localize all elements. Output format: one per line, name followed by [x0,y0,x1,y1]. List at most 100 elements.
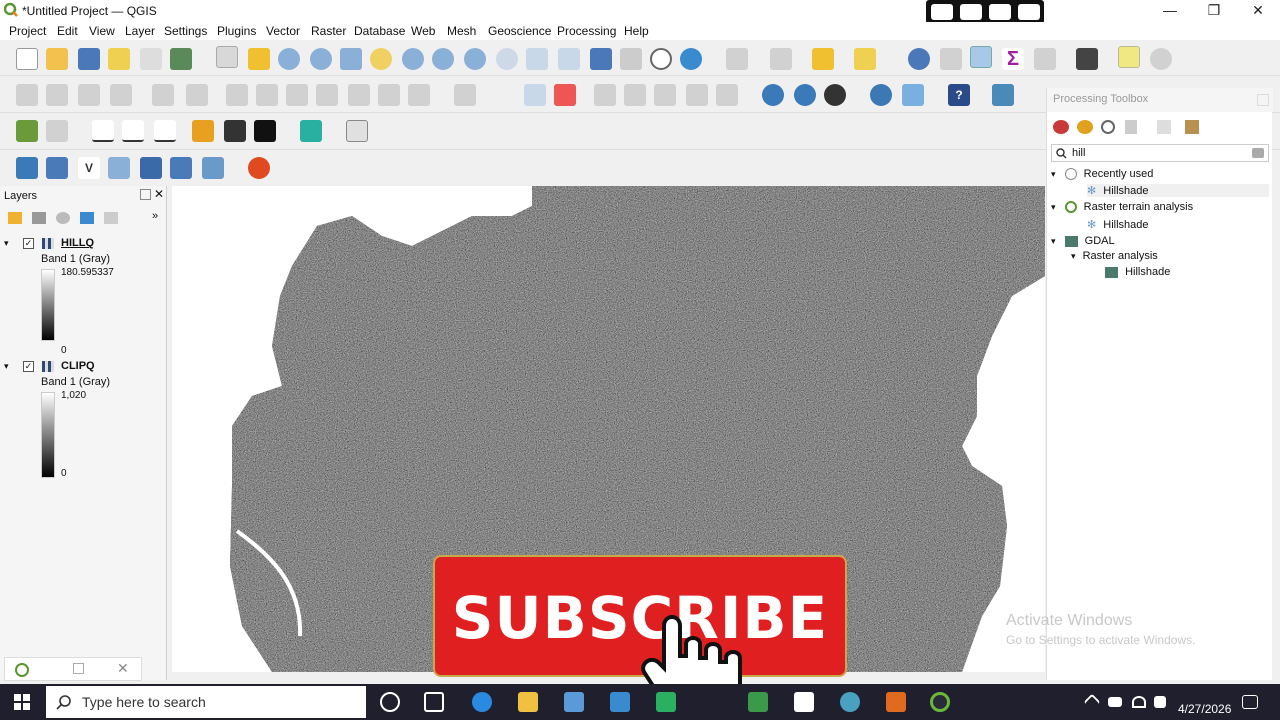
undo-icon[interactable] [348,84,370,106]
zoom-in-icon[interactable] [278,48,300,70]
new-map-view-icon[interactable] [526,48,548,70]
checker-1-icon[interactable] [224,120,246,142]
video-icon[interactable] [960,4,982,20]
advanced-digitize-2-icon[interactable] [122,120,144,142]
tray-chevron-icon[interactable] [1083,693,1101,711]
menu-settings[interactable]: Settings [164,24,207,38]
tree-item-hillshade-gdal[interactable]: Hillshade [1105,266,1170,278]
windows-start-icon[interactable] [14,694,30,710]
add-wcs-icon[interactable] [170,157,192,179]
layout-manager-icon[interactable] [140,48,162,70]
new-project-icon[interactable] [16,48,38,70]
battery-icon[interactable] [1108,697,1122,707]
app-icon-3[interactable] [748,692,768,712]
clipq-visibility-checkbox[interactable]: ✓ [23,361,34,372]
app-icon-4[interactable] [794,692,814,712]
label-tool-icon[interactable] [454,84,476,106]
layer-name-hillq[interactable]: HILLQ [61,237,94,249]
edge-icon[interactable] [472,692,492,712]
delete-selected-icon[interactable] [226,84,248,106]
save-project-icon[interactable] [78,48,100,70]
pan-hand-icon[interactable] [216,46,238,68]
show-bookmarks-icon[interactable] [620,48,642,70]
advanced-digitize-1-icon[interactable] [92,120,114,142]
new-print-layout-icon[interactable] [108,48,130,70]
window-icon[interactable] [989,4,1011,20]
copy-features-icon[interactable] [286,84,308,106]
minimize-button[interactable]: — [1148,0,1192,22]
tree-group-recently-used[interactable]: ▾ Recently used [1051,168,1153,181]
locator-icon[interactable] [1150,48,1172,70]
swap-icon[interactable] [192,120,214,142]
filter-legend-icon[interactable] [80,212,94,224]
options-wrench-icon[interactable] [1185,120,1199,134]
taskbar-search-box[interactable]: Type here to search [46,686,366,718]
cortana-icon[interactable] [380,692,400,712]
select-features-icon[interactable] [726,48,748,70]
qgis-taskbar-icon[interactable] [930,692,950,712]
map-coords-icon[interactable] [992,84,1014,106]
menu-mesh[interactable]: Mesh [447,24,476,38]
change-label-icon[interactable] [716,84,738,106]
save-edits-icon[interactable] [78,84,100,106]
wifi-icon[interactable] [1132,696,1146,708]
select-by-value-icon[interactable] [770,48,792,70]
close-icon[interactable]: ✕ [117,660,129,677]
terrain-icon[interactable] [300,120,322,142]
close-panel-icon[interactable]: ✕ [154,187,164,201]
globe-1-icon[interactable] [762,84,784,106]
menu-plugins[interactable]: Plugins [217,24,256,38]
toolbox-search-input[interactable]: hill [1051,144,1269,162]
restore-button[interactable]: ❐ [1192,0,1236,22]
close-button[interactable]: ✕ [1236,0,1280,22]
statistics-sigma-icon[interactable]: Σ [1002,48,1024,70]
identify-features-icon[interactable] [908,48,930,70]
add-group-icon[interactable] [32,212,46,224]
rotate-label-icon[interactable] [686,84,708,106]
menu-layer[interactable]: Layer [125,24,155,38]
restore-icon[interactable] [73,663,84,674]
camera-icon[interactable] [931,4,953,20]
open-field-calculator-icon[interactable] [1034,48,1056,70]
globe-2-icon[interactable] [794,84,816,106]
redo-2-icon[interactable] [408,84,430,106]
zoom-next-icon[interactable] [496,48,518,70]
filter-expression-icon[interactable] [104,212,118,224]
hillq-visibility-checkbox[interactable]: ✓ [23,238,34,249]
georeferencer-icon[interactable] [16,120,38,142]
current-edits-icon[interactable] [16,84,38,106]
help-icon[interactable]: ? [948,84,970,106]
add-raster-layer-icon[interactable] [46,157,68,179]
zoom-out-icon[interactable] [310,48,332,70]
floating-mini-window[interactable]: ✕ [4,657,142,681]
gear-icon[interactable] [1018,4,1040,20]
pan-to-selection-icon[interactable] [248,48,270,70]
models-icon[interactable] [1053,120,1069,134]
notifications-icon[interactable] [1242,695,1258,709]
python-console-icon[interactable] [870,84,892,106]
scripts-icon[interactable] [1077,120,1093,134]
app-icon-5[interactable] [840,692,860,712]
menu-raster[interactable]: Raster [311,24,346,38]
map-tips-icon[interactable] [1118,46,1140,68]
menu-processing[interactable]: Processing [557,24,616,38]
style-manager-icon[interactable] [170,48,192,70]
abc-label-icon[interactable] [554,84,576,106]
zoom-last-icon[interactable] [464,48,486,70]
add-vector-layer-icon[interactable] [16,157,38,179]
processing-toolbox-icon[interactable] [970,46,992,68]
app-icon-2[interactable] [656,692,676,712]
paste-features-icon[interactable] [316,84,338,106]
vertex-tool-icon[interactable] [152,84,174,106]
clear-search-icon[interactable] [1252,148,1264,158]
add-delimited-text-icon[interactable] [108,157,130,179]
refresh-icon[interactable] [680,48,702,70]
temporal-controller-icon[interactable] [650,48,672,70]
menu-view[interactable]: View [89,24,115,38]
checker-2-icon[interactable] [254,120,276,142]
plugin-network-icon[interactable] [902,84,924,106]
app-icon-6[interactable] [886,692,906,712]
zoom-native-icon[interactable] [432,48,454,70]
globe-3-icon[interactable] [824,84,846,106]
cut-features-icon[interactable] [256,84,278,106]
